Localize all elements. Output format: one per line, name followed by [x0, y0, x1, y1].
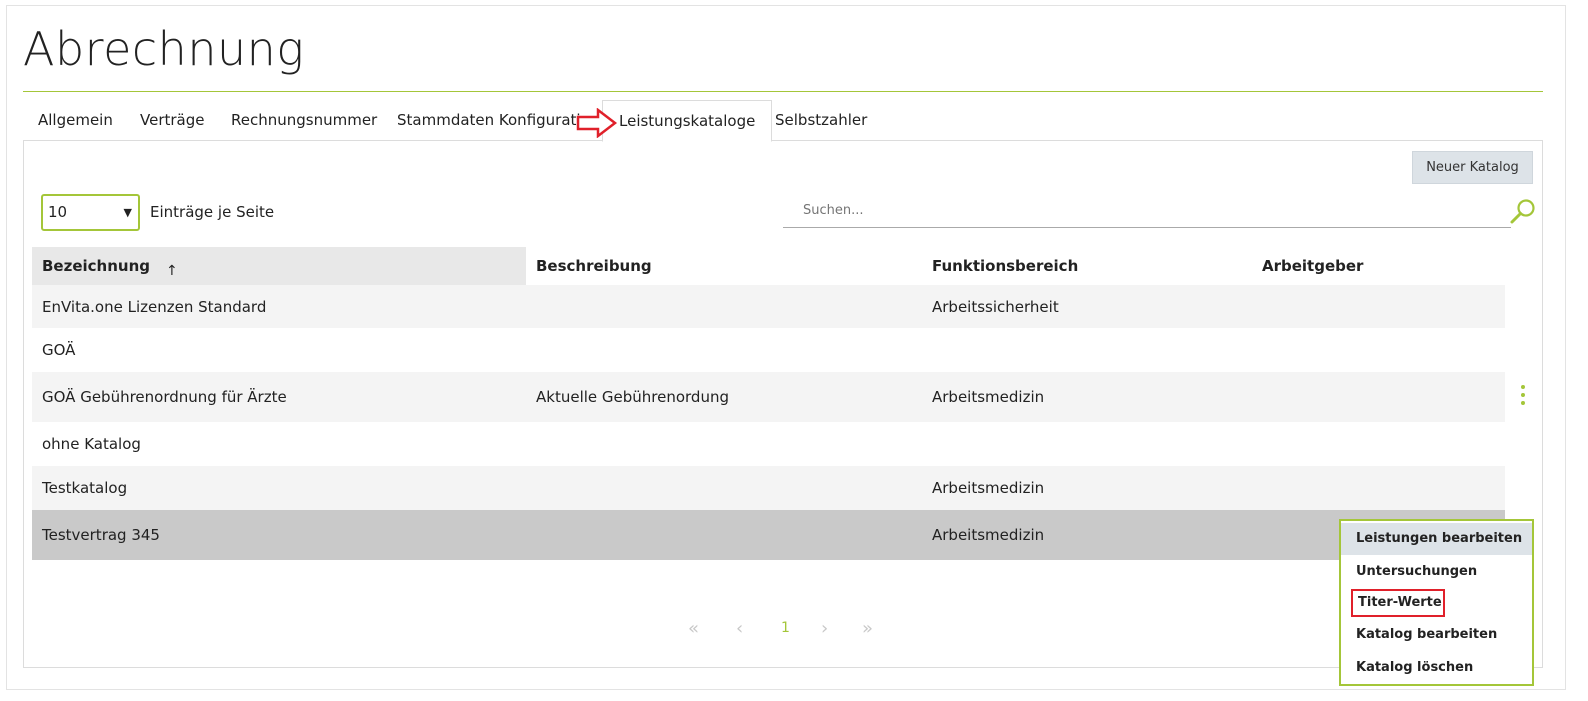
cell-funktionsbereich: Arbeitssicherheit — [922, 285, 1252, 328]
column-header-bezeichnung[interactable]: Bezeichnung ↑ — [32, 247, 526, 285]
tab-vertraege[interactable]: Verträge — [140, 100, 204, 141]
pager-prev-button[interactable]: ‹ — [736, 618, 743, 639]
page-title: Abrechnung — [23, 22, 305, 76]
cell-beschreibung — [526, 328, 922, 372]
tab-leistungskataloge[interactable]: Leistungskataloge — [602, 100, 773, 142]
column-header-funktionsbereich[interactable]: Funktionsbereich — [922, 247, 1252, 285]
cell-bezeichnung: Testkatalog — [32, 466, 526, 510]
cell-arbeitgeber — [1252, 328, 1505, 372]
tab-allgemein[interactable]: Allgemein — [38, 100, 113, 141]
cell-arbeitgeber — [1252, 372, 1505, 422]
cell-bezeichnung: GOÄ — [32, 328, 526, 372]
search-field — [783, 196, 1511, 228]
kebab-menu-icon[interactable] — [1518, 385, 1528, 409]
new-catalog-button[interactable]: Neuer Katalog — [1412, 151, 1533, 184]
cell-funktionsbereich: Arbeitsmedizin — [922, 372, 1252, 422]
cell-arbeitgeber — [1252, 422, 1505, 466]
column-header-beschreibung[interactable]: Beschreibung — [526, 247, 922, 285]
search-icon[interactable] — [1509, 198, 1537, 226]
cell-beschreibung — [526, 422, 922, 466]
cell-beschreibung — [526, 285, 922, 328]
cell-funktionsbereich — [922, 422, 1252, 466]
search-input[interactable] — [803, 203, 1403, 218]
menu-item-katalog-loeschen[interactable]: Katalog löschen — [1341, 654, 1532, 682]
red-arrow-icon — [576, 108, 618, 138]
chevron-down-icon: ▼ — [123, 206, 132, 219]
pager-last-button[interactable]: » — [862, 618, 873, 639]
cell-beschreibung — [526, 510, 922, 560]
cell-funktionsbereich — [922, 328, 1252, 372]
menu-item-leistungen-bearbeiten[interactable]: Leistungen bearbeiten — [1341, 523, 1532, 555]
tab-rechnungsnummer[interactable]: Rechnungsnummer — [231, 100, 377, 141]
page-size-value: 10 — [48, 203, 68, 221]
table-header-row: Bezeichnung ↑ Beschreibung Funktionsberei… — [32, 247, 1505, 285]
table-row[interactable]: ohne Katalog — [32, 422, 1505, 466]
cell-funktionsbereich: Arbeitsmedizin — [922, 510, 1252, 560]
page-size-select[interactable]: 10 ▼ — [41, 194, 140, 231]
tab-selbstzahler[interactable]: Selbstzahler — [775, 100, 867, 141]
annotation-highlight-box — [1351, 589, 1445, 617]
cell-arbeitgeber — [1252, 285, 1505, 328]
pager-next-button[interactable]: › — [821, 618, 828, 639]
tab-bar: Allgemein Verträge Rechnungsnummer Stamm… — [23, 100, 1543, 142]
column-header-arbeitgeber[interactable]: Arbeitgeber — [1252, 247, 1505, 285]
menu-item-untersuchungen[interactable]: Untersuchungen — [1341, 558, 1532, 586]
cell-bezeichnung: EnVita.one Lizenzen Standard — [32, 285, 526, 328]
title-divider — [23, 91, 1543, 92]
cell-bezeichnung: ohne Katalog — [32, 422, 526, 466]
menu-item-katalog-bearbeiten[interactable]: Katalog bearbeiten — [1341, 621, 1532, 649]
table-row[interactable]: GOÄ Gebührenordnung für Ärzte Aktuelle G… — [32, 372, 1505, 422]
table-row[interactable]: EnVita.one Lizenzen Standard Arbeitssich… — [32, 285, 1505, 328]
tab-stammdaten-konfiguration[interactable]: Stammdaten Konfiguration — [397, 100, 599, 141]
table-row[interactable]: GOÄ — [32, 328, 1505, 372]
cell-bezeichnung: GOÄ Gebührenordnung für Ärzte — [32, 372, 526, 422]
cell-beschreibung — [526, 466, 922, 510]
cell-bezeichnung: Testvertrag 345 — [32, 510, 526, 560]
cell-arbeitgeber — [1252, 466, 1505, 510]
sort-ascending-icon: ↑ — [166, 263, 178, 279]
cell-funktionsbereich: Arbeitsmedizin — [922, 466, 1252, 510]
pager-first-button[interactable]: « — [688, 618, 699, 639]
cell-beschreibung: Aktuelle Gebührenordung — [526, 372, 922, 422]
catalog-table: Bezeichnung ↑ Beschreibung Funktionsberei… — [32, 247, 1505, 560]
table-row-selected[interactable]: Testvertrag 345 Arbeitsmedizin — [32, 510, 1505, 560]
pager-current-page[interactable]: 1 — [781, 620, 790, 636]
page-size-label: Einträge je Seite — [150, 203, 275, 221]
table-row[interactable]: Testkatalog Arbeitsmedizin — [32, 466, 1505, 510]
